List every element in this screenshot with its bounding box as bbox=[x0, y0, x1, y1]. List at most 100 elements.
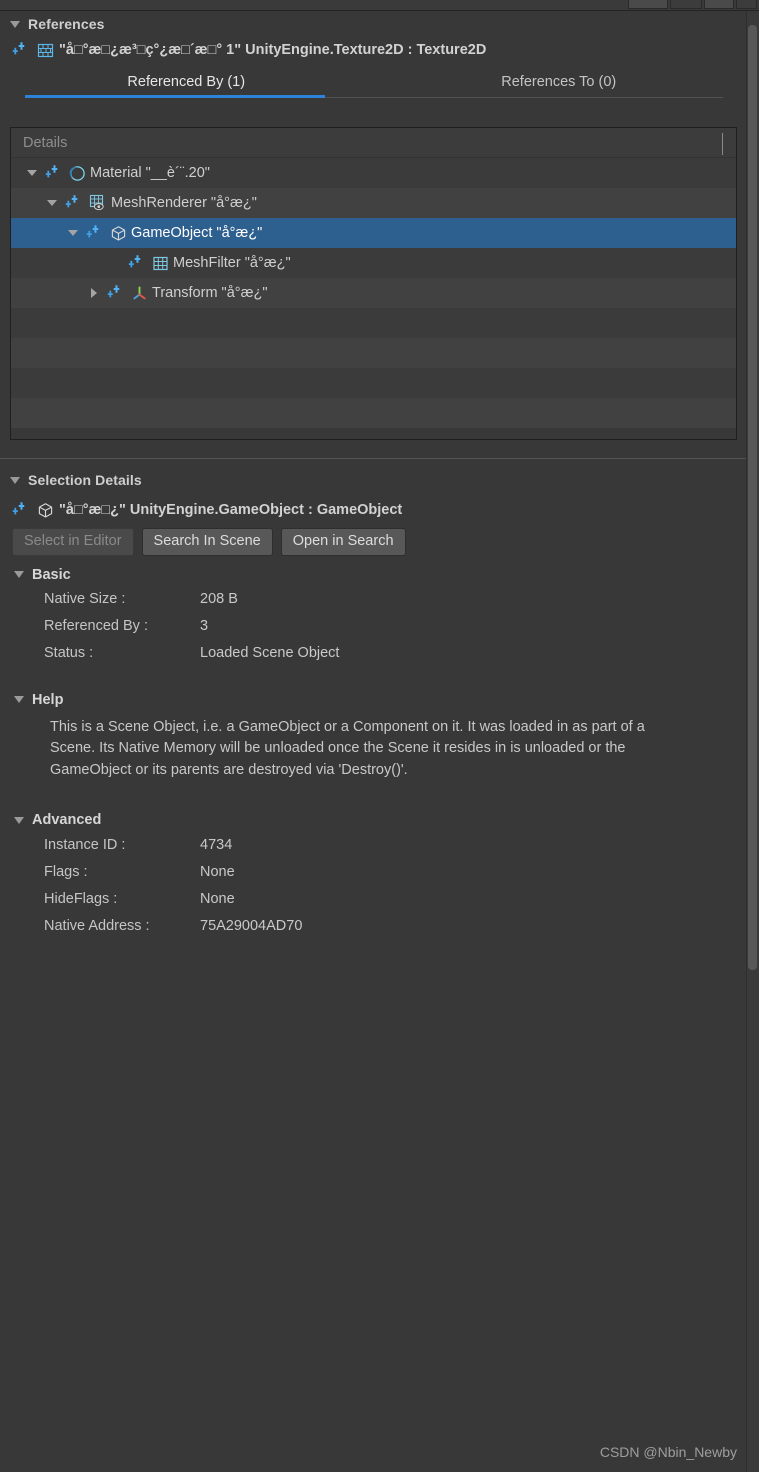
expander-right-icon[interactable] bbox=[85, 288, 103, 298]
panel-divider bbox=[0, 458, 759, 459]
sparkle-icon bbox=[12, 502, 25, 515]
property-key: Native Size : bbox=[44, 591, 126, 608]
table-row[interactable]: GameObject "å°æ¿" bbox=[11, 218, 736, 248]
tree-column-header[interactable]: Details bbox=[11, 128, 736, 158]
references-section-header[interactable]: References bbox=[0, 12, 745, 36]
toolbar-chip-4[interactable] bbox=[736, 0, 757, 9]
property-value: Loaded Scene Object bbox=[200, 645, 340, 662]
help-group-header[interactable]: Help bbox=[0, 689, 745, 711]
sparkle-icon bbox=[45, 165, 58, 178]
chevron-down-icon[interactable] bbox=[10, 20, 20, 28]
tree-empty-row bbox=[11, 368, 736, 398]
sparkle-icon bbox=[128, 255, 141, 268]
tree-row-label: GameObject "å°æ¿" bbox=[131, 225, 263, 241]
select-in-editor-button[interactable]: Select in Editor bbox=[12, 528, 134, 556]
property-value: None bbox=[200, 863, 235, 880]
tree-row-label: MeshRenderer "å°æ¿" bbox=[111, 195, 257, 211]
selection-details-title: Selection Details bbox=[28, 472, 142, 488]
property-row-flags: Flags : None bbox=[0, 858, 745, 885]
property-value: 208 B bbox=[200, 591, 238, 608]
property-key: Status : bbox=[44, 645, 94, 662]
transform-icon bbox=[133, 285, 146, 299]
texture2d-icon bbox=[37, 43, 54, 57]
expander-down-icon[interactable] bbox=[64, 230, 82, 236]
selection-object-line[interactable]: "å□°æ□¿" UnityEngine.GameObject : GameOb… bbox=[0, 496, 745, 524]
tab-references-to[interactable]: References To (0) bbox=[373, 67, 746, 97]
selection-action-buttons: Select in Editor Search In Scene Open in… bbox=[0, 528, 745, 556]
tree-row-label: Transform "å°æ¿" bbox=[152, 285, 268, 301]
property-value: 75A29004AD70 bbox=[200, 917, 303, 934]
tab-referenced-by[interactable]: Referenced By (1) bbox=[0, 67, 373, 97]
tree-empty-row bbox=[11, 398, 736, 428]
tree-empty-row bbox=[11, 338, 736, 368]
references-object-line[interactable]: "å□°æ□¿æ³□ç°¿æ□´æ□° 1" UnityEngine.Textu… bbox=[0, 36, 745, 64]
table-row[interactable]: MeshFilter "å°æ¿" bbox=[11, 248, 736, 278]
basic-group: Basic Native Size : 208 B Referenced By … bbox=[0, 564, 745, 667]
chevron-down-icon[interactable] bbox=[14, 816, 24, 824]
basic-group-title: Basic bbox=[32, 566, 71, 583]
property-value: None bbox=[200, 890, 235, 907]
property-key: Referenced By : bbox=[44, 618, 148, 635]
vertical-scrollbar-track[interactable] bbox=[746, 11, 759, 1472]
gameobject-icon bbox=[38, 502, 53, 518]
references-panel: References "å□°æ□¿æ³□ç°¿æ□´æ□° 1" UnityE… bbox=[0, 12, 745, 98]
tree-row-label: MeshFilter "å°æ¿" bbox=[173, 255, 291, 271]
property-row-native-address: Native Address : 75A29004AD70 bbox=[0, 912, 745, 939]
tree-column-details: Details bbox=[23, 134, 68, 151]
expander-down-icon[interactable] bbox=[43, 200, 61, 206]
references-tree-view[interactable]: Details Material "__è´¨.20" MeshRenderer… bbox=[10, 127, 737, 440]
property-row-referenced-by: Referenced By : 3 bbox=[0, 613, 745, 640]
material-icon bbox=[69, 165, 85, 181]
sparkle-icon bbox=[86, 225, 99, 238]
selection-object-label: "å□°æ□¿" UnityEngine.GameObject : GameOb… bbox=[59, 502, 403, 518]
column-divider[interactable] bbox=[722, 133, 723, 155]
expander-down-icon[interactable] bbox=[23, 170, 41, 176]
tree-rows: Material "__è´¨.20" MeshRenderer "å°æ¿" … bbox=[11, 158, 736, 428]
help-body-text: This is a Scene Object, i.e. a GameObjec… bbox=[50, 718, 645, 778]
top-toolbar-strip bbox=[0, 0, 759, 11]
selection-details-section-header[interactable]: Selection Details bbox=[0, 468, 745, 492]
help-group: Help This is a Scene Object, i.e. a Game… bbox=[0, 689, 745, 781]
property-key: HideFlags : bbox=[44, 890, 118, 907]
chevron-down-icon[interactable] bbox=[14, 571, 24, 579]
tree-empty-row bbox=[11, 308, 736, 338]
property-value: 4734 bbox=[200, 836, 233, 853]
help-group-title: Help bbox=[32, 691, 64, 708]
property-key: Instance ID : bbox=[44, 836, 126, 853]
table-row[interactable]: Transform "å°æ¿" bbox=[11, 278, 736, 308]
property-row-instance-id: Instance ID : 4734 bbox=[0, 831, 745, 858]
property-row-hideflags: HideFlags : None bbox=[0, 885, 745, 912]
table-row[interactable]: Material "__è´¨.20" bbox=[11, 158, 736, 188]
active-tab-underline bbox=[25, 95, 325, 98]
watermark-text: CSDN @Nbin_Newby bbox=[599, 1444, 737, 1460]
references-object-label: "å□°æ□¿æ³□ç°¿æ□´æ□° 1" UnityEngine.Textu… bbox=[59, 42, 487, 58]
toolbar-chip-3[interactable] bbox=[704, 0, 734, 9]
selection-details-panel: Selection Details "å□°æ□¿" UnityEngine.G… bbox=[0, 468, 745, 939]
open-in-search-button[interactable]: Open in Search bbox=[280, 528, 406, 556]
sparkle-icon bbox=[12, 42, 25, 55]
property-key: Flags : bbox=[44, 863, 88, 880]
meshrenderer-icon bbox=[89, 194, 104, 211]
toolbar-chip-1[interactable] bbox=[628, 0, 668, 9]
basic-group-header[interactable]: Basic bbox=[0, 564, 745, 586]
search-in-scene-button[interactable]: Search In Scene bbox=[141, 528, 273, 556]
table-row[interactable]: MeshRenderer "å°æ¿" bbox=[11, 188, 736, 218]
property-row-status: Status : Loaded Scene Object bbox=[0, 640, 745, 667]
gameobject-icon bbox=[111, 225, 126, 241]
advanced-group: Advanced Instance ID : 4734 Flags : None… bbox=[0, 809, 745, 939]
meshfilter-icon bbox=[153, 256, 168, 270]
property-value: 3 bbox=[200, 618, 209, 635]
tree-row-label: Material "__è´¨.20" bbox=[90, 165, 210, 181]
chevron-down-icon[interactable] bbox=[14, 696, 24, 704]
vertical-scrollbar-thumb[interactable] bbox=[748, 25, 757, 970]
toolbar-chip-2[interactable] bbox=[670, 0, 702, 9]
property-row-native-size: Native Size : 208 B bbox=[0, 586, 745, 613]
chevron-down-icon[interactable] bbox=[10, 476, 20, 484]
references-title: References bbox=[28, 16, 105, 32]
sparkle-icon bbox=[107, 285, 120, 298]
advanced-group-header[interactable]: Advanced bbox=[0, 809, 745, 831]
references-tabs: Referenced By (1) References To (0) bbox=[0, 66, 745, 98]
property-key: Native Address : bbox=[44, 917, 150, 934]
advanced-group-title: Advanced bbox=[32, 812, 102, 829]
